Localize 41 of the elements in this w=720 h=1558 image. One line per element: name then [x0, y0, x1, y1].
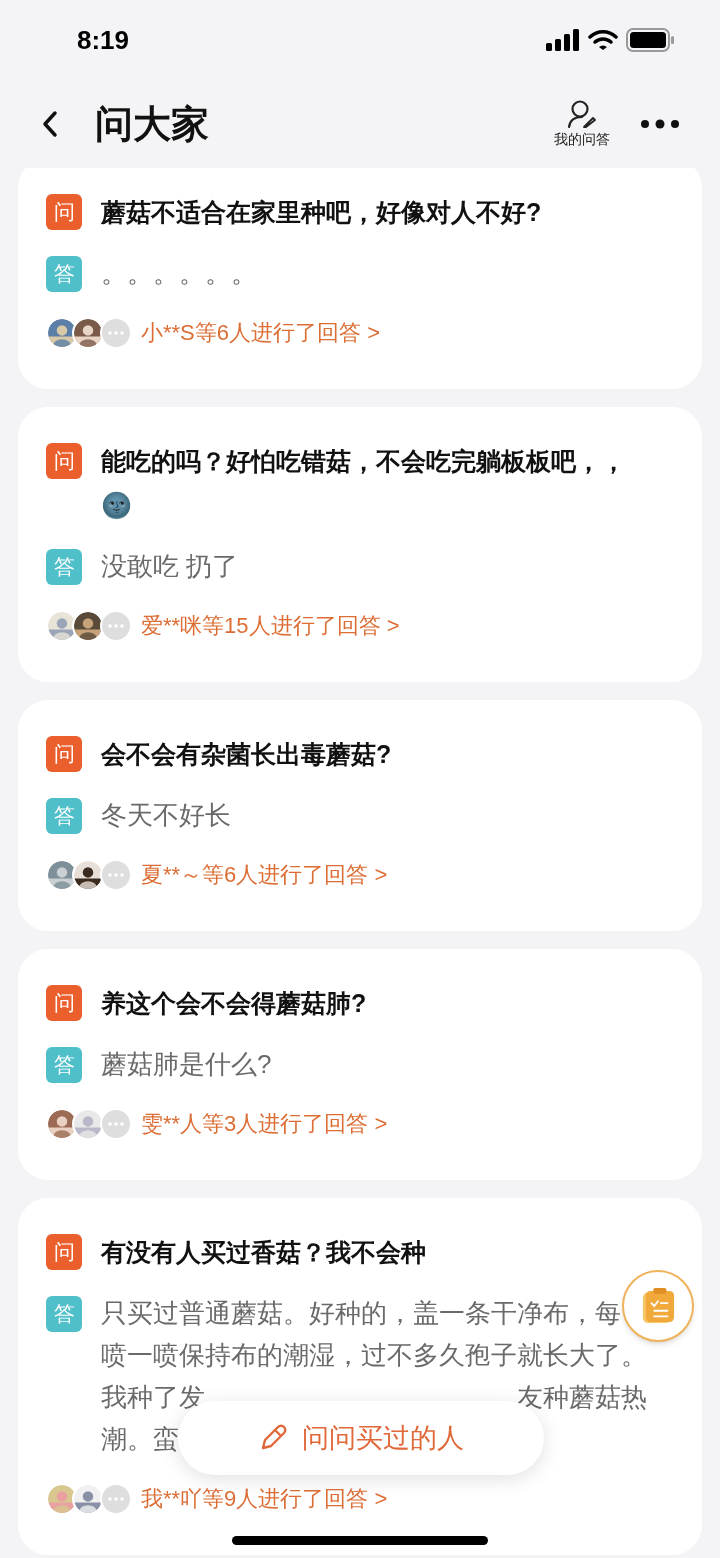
question-badge: 问	[46, 736, 82, 772]
question-text: 有没有人买过香菇？我不会种	[101, 1237, 426, 1268]
battery-icon	[626, 28, 674, 52]
back-chevron-icon	[42, 110, 58, 138]
clipboard-icon	[641, 1287, 675, 1325]
question-badge: 问	[46, 443, 82, 479]
answer-text: 喷一喷保持布的潮湿，过不多久孢子就长大了。	[101, 1339, 647, 1372]
page-title: 问大家	[95, 101, 209, 147]
more-answerers-icon	[100, 858, 132, 891]
question-badge: 问	[46, 194, 82, 230]
answer-badge: 答	[46, 549, 82, 585]
more-answerers-icon	[100, 316, 132, 349]
question-card[interactable]: 问 蘑菇不适合在家里种吧，好像对人不好? 答 。。。。。。 小**S等6人进行了回答 >	[18, 168, 702, 389]
signal-icon	[546, 29, 580, 51]
question-text: 能吃的吗？好怕吃错菇，不会吃完躺板板吧，，🌚	[101, 446, 627, 521]
more-answerers-icon	[100, 609, 132, 642]
question-card[interactable]: 问 养这个会不会得蘑菇肺? 答 蘑菇肺是什么? 雯**人等3人进行了回答 >	[18, 949, 702, 1180]
question-card[interactable]: 问 会不会有杂菌长出毒蘑菇? 答 冬天不好长 夏**～等6人进行了回答 >	[18, 700, 702, 931]
status-time: 8:19	[77, 23, 130, 57]
question-badge: 问	[46, 985, 82, 1021]
answer-badge: 答	[46, 798, 82, 834]
answer-text: 没敢吃 扔了	[101, 550, 239, 583]
answer-text: 蘑菇肺是什么?	[101, 1048, 272, 1081]
answer-text: 潮。蛮	[101, 1423, 179, 1456]
answer-text: 。。。。。。	[101, 257, 257, 290]
question-text: 蘑菇不适合在家里种吧，好像对人不好?	[101, 197, 542, 228]
question-card[interactable]: 问 能吃的吗？好怕吃错菇，不会吃完躺板板吧，，🌚 答 没敢吃 扔了 爱**咪等15人进行了回答 >	[18, 407, 702, 682]
answer-text: 冬天不好长	[101, 799, 231, 832]
question-badge: 问	[46, 1234, 82, 1270]
my-answers-button[interactable]: 我的问答	[554, 98, 610, 150]
wifi-icon	[588, 29, 618, 51]
question-text: 会不会有杂菌长出毒蘑菇?	[101, 739, 392, 770]
answer-badge: 答	[46, 256, 82, 292]
question-text: 养这个会不会得蘑菇肺?	[101, 988, 367, 1019]
user-pen-icon	[567, 98, 597, 129]
more-icon[interactable]	[640, 119, 680, 129]
more-answerers-icon	[100, 1482, 132, 1515]
answer-text: 只买过普通蘑菇。好种的，盖一条干净布，每	[101, 1297, 621, 1330]
answer-badge: 答	[46, 1296, 82, 1332]
more-answerers-icon	[100, 1107, 132, 1140]
answer-badge: 答	[46, 1047, 82, 1083]
